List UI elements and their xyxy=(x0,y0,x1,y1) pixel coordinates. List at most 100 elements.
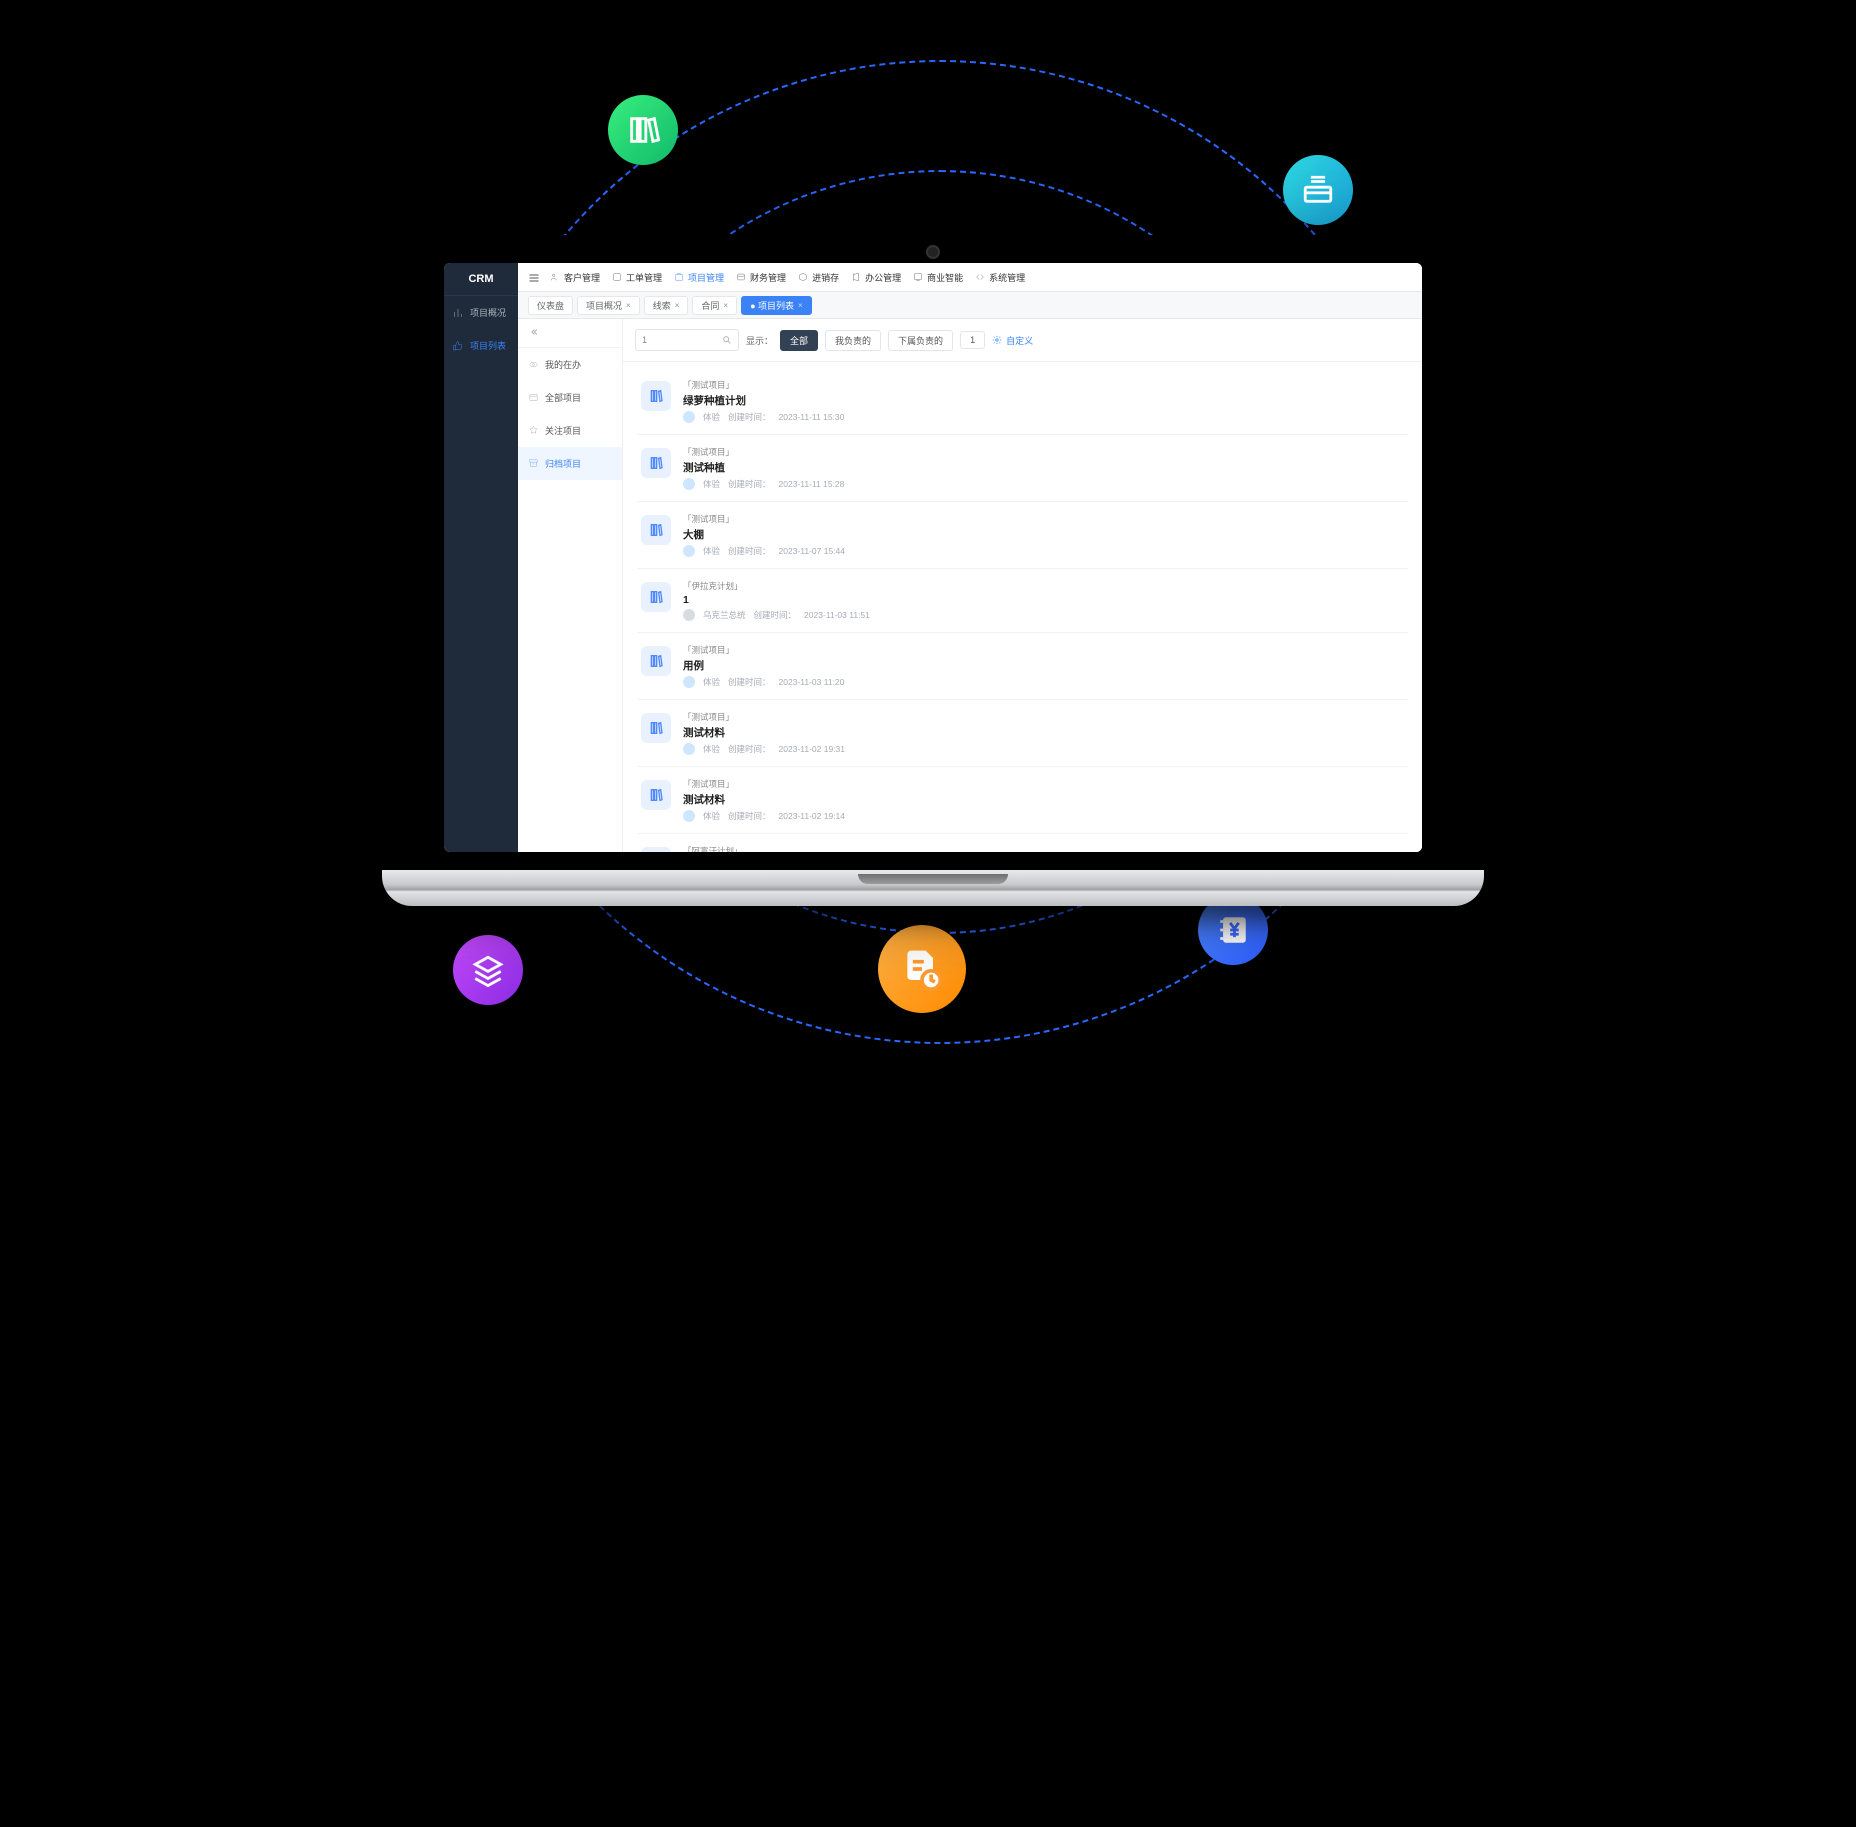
created-time: 2023-11-03 11:20 xyxy=(779,677,845,687)
created-time: 2023-11-02 19:14 xyxy=(779,811,845,821)
crumb-contracts[interactable]: 合同× xyxy=(692,296,737,315)
crumb-dashboard[interactable]: 仪表盘 xyxy=(528,296,573,315)
books-icon xyxy=(641,381,671,411)
menu-projects[interactable]: 项目管理 xyxy=(674,271,724,284)
project-tag: 「阿富汗计划」 xyxy=(683,845,1404,852)
badge-layers-icon xyxy=(453,935,523,1005)
sidebar-all-projects[interactable]: 全部项目 xyxy=(518,381,622,414)
avatar xyxy=(683,676,695,688)
top-menubar: 客户管理 工单管理 项目管理 财务管理 进销存 办公管理 商业智能 系统管理 xyxy=(518,263,1422,292)
project-title: 用例 xyxy=(683,658,1404,673)
project-title: 大棚 xyxy=(683,527,1404,542)
created-time: 2023-11-02 19:31 xyxy=(779,744,845,754)
created-label: 创建时间： xyxy=(754,609,797,621)
menu-bi[interactable]: 商业智能 xyxy=(913,271,963,284)
collapse-toggle[interactable] xyxy=(518,319,622,348)
books-icon xyxy=(641,713,671,743)
project-meta: 体验创建时间： 2023-11-03 11:20 xyxy=(683,676,1404,688)
close-icon[interactable]: × xyxy=(675,301,680,310)
created-label: 创建时间： xyxy=(728,545,771,557)
menu-customers[interactable]: 客户管理 xyxy=(550,271,600,284)
crumb-leads[interactable]: 线索× xyxy=(644,296,689,315)
avatar xyxy=(683,609,695,621)
avatar xyxy=(683,545,695,557)
menu-workorders[interactable]: 工单管理 xyxy=(612,271,662,284)
project-meta: 体验创建时间： 2023-11-07 15:44 xyxy=(683,545,1404,557)
created-label: 创建时间： xyxy=(728,810,771,822)
created-label: 创建时间： xyxy=(728,478,771,490)
rail-item-overview[interactable]: 项目概况 xyxy=(444,296,518,329)
project-list: 「测试项目」绿萝种植计划体验创建时间：2023-11-11 15:30「测试项目… xyxy=(623,362,1422,852)
project-owner: 体验 xyxy=(703,478,720,490)
project-tag: 「测试项目」 xyxy=(683,513,1404,525)
project-meta: 体验创建时间： 2023-11-11 15:28 xyxy=(683,478,1404,490)
secondary-sidebar: 我的在办 全部项目 关注项目 xyxy=(518,319,623,852)
close-icon[interactable]: × xyxy=(798,301,803,310)
crumb-overview[interactable]: 项目概况× xyxy=(577,296,640,315)
sidebar-my-tasks[interactable]: 我的在办 xyxy=(518,348,622,381)
created-time: 2023-11-03 11:51 xyxy=(804,610,870,620)
menu-office[interactable]: 办公管理 xyxy=(851,271,901,284)
brand: CRM xyxy=(444,263,518,296)
sidebar-starred[interactable]: 关注项目 xyxy=(518,414,622,447)
created-label: 创建时间： xyxy=(728,411,771,423)
filter-count[interactable]: 1 xyxy=(960,331,985,349)
menu-system[interactable]: 系统管理 xyxy=(975,271,1025,284)
books-icon xyxy=(641,780,671,810)
filter-label: 显示： xyxy=(746,334,773,347)
project-meta: 体验创建时间：2023-11-02 19:31 xyxy=(683,743,1404,755)
project-card[interactable]: 「测试项目」测试材料体验创建时间：2023-11-02 19:14 xyxy=(637,767,1408,834)
menu-inventory[interactable]: 进销存 xyxy=(798,271,839,284)
filter-custom[interactable]: 自定义 xyxy=(992,334,1033,347)
avatar xyxy=(683,810,695,822)
project-owner: 乌克兰总统 xyxy=(703,609,746,621)
thumbs-up-icon xyxy=(452,340,464,352)
created-time: 2023-11-07 15:44 xyxy=(779,546,845,556)
filter-sub[interactable]: 下属负责的 xyxy=(888,330,953,351)
crumb-project-list[interactable]: ● 项目列表× xyxy=(741,296,812,315)
created-time: 2023-11-11 15:28 xyxy=(779,479,845,489)
project-meta: 乌克兰总统创建时间： 2023-11-03 11:51 xyxy=(683,609,1404,621)
app-screen: CRM 项目概况 项目列表 xyxy=(444,263,1422,852)
project-card[interactable]: 「阿富汗计划」测试材料 xyxy=(637,834,1408,852)
close-icon[interactable]: × xyxy=(723,301,728,310)
project-owner: 体验 xyxy=(703,810,720,822)
sidebar-archived[interactable]: 归档项目 xyxy=(518,447,622,480)
project-card[interactable]: 「测试项目」测试种植体验创建时间：2023-11-11 15:28 xyxy=(637,435,1408,502)
avatar xyxy=(683,478,695,490)
filter-all[interactable]: 全部 xyxy=(780,330,818,351)
avatar xyxy=(683,743,695,755)
project-card[interactable]: 「测试项目」用例体验创建时间： 2023-11-03 11:20 xyxy=(637,633,1408,700)
project-tag: 「测试项目」 xyxy=(683,379,1404,391)
books-icon xyxy=(641,847,671,852)
close-icon[interactable]: × xyxy=(626,301,631,310)
project-card[interactable]: 「测试项目」测试材料体验创建时间：2023-11-02 19:31 xyxy=(637,700,1408,767)
project-card[interactable]: 「伊拉克计划」1乌克兰总统创建时间：2023-11-03 11:51 xyxy=(637,569,1408,633)
badge-file-clock-icon xyxy=(878,925,966,1013)
project-title: 1 xyxy=(683,594,1404,606)
laptop-frame: CRM 项目概况 项目列表 xyxy=(408,235,1458,906)
project-owner: 体验 xyxy=(703,676,720,688)
search-icon xyxy=(722,335,732,345)
rail-item-list[interactable]: 项目列表 xyxy=(444,329,518,362)
project-owner: 体验 xyxy=(703,545,720,557)
project-card[interactable]: 「测试项目」绿萝种植计划体验创建时间：2023-11-11 15:30 xyxy=(637,368,1408,435)
project-owner: 体验 xyxy=(703,743,720,755)
search-input[interactable]: 1 xyxy=(635,329,739,351)
breadcrumb-tabs: 仪表盘 项目概况× 线索× 合同× ● 项目列表× xyxy=(518,292,1422,319)
project-title: 测试种植 xyxy=(683,460,1404,475)
avatar xyxy=(683,411,695,423)
filter-mine[interactable]: 我负责的 xyxy=(825,330,881,351)
left-rail: CRM 项目概况 项目列表 xyxy=(444,263,518,852)
project-owner: 体验 xyxy=(703,411,720,423)
menu-icon[interactable] xyxy=(528,272,538,282)
books-icon xyxy=(641,582,671,612)
project-card[interactable]: 「测试项目」大棚体验创建时间： 2023-11-07 15:44 xyxy=(637,502,1408,569)
created-label: 创建时间： xyxy=(728,676,771,688)
project-title: 测试材料 xyxy=(683,725,1404,740)
project-tag: 「测试项目」 xyxy=(683,644,1404,656)
menu-finance[interactable]: 财务管理 xyxy=(736,271,786,284)
project-meta: 体验创建时间： 2023-11-02 19:14 xyxy=(683,810,1404,822)
badge-books-icon xyxy=(608,95,678,165)
created-time: 2023-11-11 15:30 xyxy=(779,412,845,422)
